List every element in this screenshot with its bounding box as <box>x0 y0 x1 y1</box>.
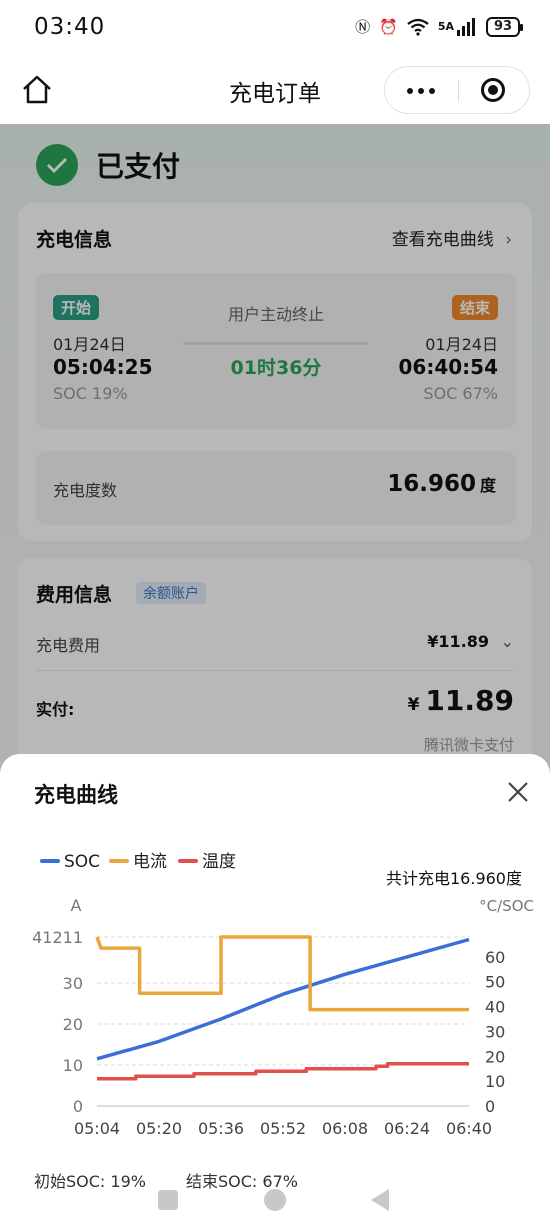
alarm-icon: ⏰ <box>379 17 398 36</box>
charging-curve-sheet: 充电曲线 SOC 电流 温度 共计充电16.960度 A °C/SOC 0 10 20 3… <box>0 754 550 1223</box>
close-icon[interactable] <box>506 780 530 804</box>
charging-curve-chart: SOC 电流 温度 共计充电16.960度 A °C/SOC 0 10 20 30 4121… <box>32 852 534 1138</box>
right-tick-label: 30 <box>485 1022 505 1041</box>
right-axis-label: °C/SOC <box>479 897 534 915</box>
nfc-icon: Ⓝ <box>355 18 371 36</box>
target-icon <box>481 78 505 102</box>
left-tick-label: 0 <box>73 1097 83 1116</box>
right-tick-label: 0 <box>485 1097 495 1116</box>
x-tick-label: 06:08 <box>322 1119 368 1138</box>
left-axis-ticks: 0 10 20 30 41211 <box>32 928 83 1116</box>
x-tick-label: 05:20 <box>136 1119 182 1138</box>
close-miniprogram-button[interactable] <box>457 67 529 113</box>
chart-series <box>95 935 470 1081</box>
recents-button[interactable] <box>158 1190 178 1210</box>
home-button[interactable] <box>264 1189 286 1211</box>
x-tick-label: 05:36 <box>198 1119 244 1138</box>
left-tick-label: 30 <box>63 974 83 993</box>
chart-grid <box>97 936 469 1107</box>
series-line-SOC <box>96 937 470 1061</box>
network-type: 5A <box>437 20 454 33</box>
right-tick-label: 10 <box>485 1072 505 1091</box>
nav-bar: 充电订单 <box>0 58 550 124</box>
status-bar: 03:40 Ⓝ ⏰ 5A 93 <box>0 0 550 58</box>
left-tick-label: 41211 <box>32 928 83 947</box>
chart-legend: SOC 电流 温度 <box>40 852 236 872</box>
status-icons: Ⓝ ⏰ 5A 93 <box>355 16 523 37</box>
more-icon <box>407 88 413 94</box>
wifi-icon <box>407 18 429 36</box>
more-button[interactable] <box>385 67 457 113</box>
system-nav-bar <box>0 1186 550 1223</box>
legend-label: 电流 <box>133 852 167 872</box>
signal-icon <box>457 17 475 36</box>
series-line-温度 <box>97 1062 469 1081</box>
left-tick-label: 20 <box>63 1015 83 1034</box>
status-time: 03:40 <box>34 14 106 40</box>
total-kwh-text: 共计充电16.960度 <box>386 869 522 888</box>
right-tick-label: 50 <box>485 973 505 992</box>
legend-label: 温度 <box>202 852 236 872</box>
legend-label: SOC <box>64 852 100 872</box>
left-axis-label: A <box>71 896 82 915</box>
right-tick-label: 60 <box>485 948 505 967</box>
mini-program-capsule <box>384 66 530 114</box>
x-tick-label: 05:04 <box>74 1119 120 1138</box>
x-axis-ticks: 05:04 05:20 05:36 05:52 06:08 06:24 06:40 <box>74 1119 492 1138</box>
left-tick-label: 10 <box>63 1056 83 1075</box>
right-tick-label: 40 <box>485 998 505 1017</box>
sheet-title: 充电曲线 <box>34 783 118 807</box>
back-button[interactable] <box>371 1189 389 1211</box>
right-tick-label: 20 <box>485 1047 505 1066</box>
x-tick-label: 06:24 <box>384 1119 430 1138</box>
series-line-电流 <box>95 935 469 1012</box>
x-tick-label: 05:52 <box>260 1119 306 1138</box>
more-icon-dot <box>418 88 424 94</box>
x-tick-label: 06:40 <box>446 1119 492 1138</box>
more-icon-dot <box>429 88 435 94</box>
battery-icon: 93 <box>486 16 523 37</box>
home-icon[interactable] <box>20 72 54 106</box>
right-axis-ticks: 0 10 20 30 40 50 60 <box>485 948 505 1116</box>
